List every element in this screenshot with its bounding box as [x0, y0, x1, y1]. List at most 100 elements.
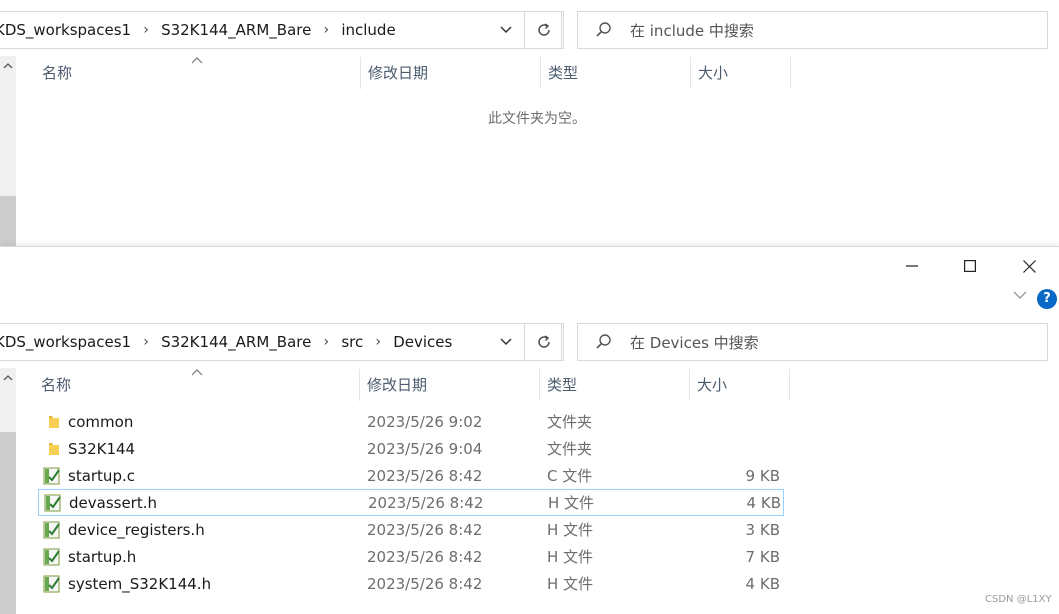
column-header-row: 名称 修改日期 类型 大小 [0, 369, 800, 401]
file-type: H 文件 [547, 521, 594, 539]
column-header-date[interactable]: 修改日期 [367, 369, 427, 401]
file-date: 2023/5/26 9:02 [367, 413, 483, 431]
file-row[interactable]: startup.c 2023/5/26 8:42 C 文件 9 KB [38, 463, 784, 489]
close-button[interactable] [999, 247, 1059, 285]
chevron-down-icon [500, 338, 512, 346]
file-type: H 文件 [547, 575, 594, 593]
address-history-dropdown[interactable] [489, 12, 523, 48]
address-bar[interactable]: KDS_workspaces1 › S32K144_ARM_Bare › inc… [0, 11, 562, 49]
breadcrumb: KDS_workspaces1 › S32K144_ARM_Bare › inc… [0, 12, 398, 48]
sort-ascending-icon [191, 57, 203, 64]
file-type: H 文件 [548, 494, 595, 512]
column-divider[interactable] [360, 57, 361, 89]
refresh-button[interactable] [524, 11, 564, 49]
chevron-right-icon[interactable]: › [133, 12, 159, 48]
column-header-name[interactable]: 名称 [41, 369, 71, 401]
file-size: 9 KB [745, 467, 780, 485]
search-placeholder: 在 include 中搜索 [630, 21, 754, 40]
file-date: 2023/5/26 8:42 [367, 575, 483, 593]
column-header-type[interactable]: 类型 [547, 369, 577, 401]
expand-ribbon-icon[interactable] [1013, 291, 1027, 300]
breadcrumb-item-devices[interactable]: Devices [391, 324, 454, 360]
column-divider[interactable] [359, 369, 360, 401]
file-name: S32K144 [68, 440, 136, 458]
scroll-thumb[interactable] [0, 196, 16, 246]
scroll-thumb[interactable] [0, 432, 16, 614]
breadcrumb-item-include[interactable]: include [339, 12, 397, 48]
empty-folder-message: 此文件夹为空。 [488, 111, 586, 127]
refresh-icon [538, 23, 550, 36]
vertical-scrollbar[interactable] [0, 368, 16, 614]
source-file-icon [43, 548, 61, 566]
search-input[interactable]: 在 include 中搜索 [577, 11, 1048, 49]
breadcrumb-item-project[interactable]: S32K144_ARM_Bare [159, 12, 313, 48]
source-file-icon [43, 575, 61, 593]
minimize-button[interactable] [882, 247, 942, 285]
source-file-icon [44, 494, 62, 512]
chevron-down-icon [500, 26, 512, 34]
source-file-icon [43, 467, 61, 485]
file-size: 7 KB [745, 548, 780, 566]
chevron-right-icon[interactable]: › [133, 324, 159, 360]
chevron-right-icon[interactable]: › [313, 324, 339, 360]
file-row[interactable]: S32K144 2023/5/26 9:04 文件夹 [38, 436, 784, 462]
file-row[interactable]: system_S32K144.h 2023/5/26 8:42 H 文件 4 KB [38, 571, 784, 597]
refresh-button[interactable] [524, 323, 564, 361]
maximize-button[interactable] [940, 247, 1000, 285]
chevron-right-icon[interactable]: › [313, 12, 339, 48]
column-header-type[interactable]: 类型 [548, 57, 578, 89]
column-header-name[interactable]: 名称 [42, 57, 72, 89]
column-divider[interactable] [689, 369, 690, 401]
file-size: 3 KB [745, 521, 780, 539]
breadcrumb-item-workspace[interactable]: KDS_workspaces1 [0, 324, 133, 360]
file-name: startup.h [68, 548, 137, 566]
chevron-right-icon[interactable]: › [365, 324, 391, 360]
file-date: 2023/5/26 8:42 [368, 494, 484, 512]
file-name: startup.c [68, 467, 135, 485]
file-size: 4 KB [745, 575, 780, 593]
file-row[interactable]: devassert.h 2023/5/26 8:42 H 文件 4 KB [38, 489, 784, 516]
file-name: common [68, 413, 134, 431]
column-divider[interactable] [540, 57, 541, 89]
file-name: device_registers.h [68, 521, 205, 539]
file-date: 2023/5/26 9:04 [367, 440, 483, 458]
file-row[interactable]: device_registers.h 2023/5/26 8:42 H 文件 3 KB [38, 517, 784, 543]
breadcrumb-item-src[interactable]: src [339, 324, 365, 360]
minimize-icon [906, 265, 918, 267]
file-size: 4 KB [746, 494, 781, 512]
column-divider[interactable] [539, 369, 540, 401]
file-date: 2023/5/26 8:42 [367, 548, 483, 566]
file-type: H 文件 [547, 548, 594, 566]
file-date: 2023/5/26 8:42 [367, 521, 483, 539]
file-date: 2023/5/26 8:42 [367, 467, 483, 485]
address-history-dropdown[interactable] [489, 324, 523, 360]
address-bar[interactable]: KDS_workspaces1 › S32K144_ARM_Bare › src… [0, 323, 562, 361]
breadcrumb: KDS_workspaces1 › S32K144_ARM_Bare › src… [0, 324, 454, 360]
column-divider[interactable] [690, 57, 691, 89]
sort-ascending-icon [191, 369, 203, 376]
help-button[interactable]: ? [1037, 289, 1057, 309]
file-row[interactable]: startup.h 2023/5/26 8:42 H 文件 7 KB [38, 544, 784, 570]
file-type: 文件夹 [547, 440, 593, 458]
file-type: C 文件 [547, 467, 593, 485]
folder-icon [43, 440, 61, 458]
search-input[interactable]: 在 Devices 中搜索 [577, 323, 1048, 361]
column-divider[interactable] [790, 57, 791, 89]
watermark: CSDN @L1XY [985, 594, 1052, 605]
refresh-icon [538, 335, 550, 348]
file-name: system_S32K144.h [68, 575, 212, 593]
explorer-window-include: KDS_workspaces1 › S32K144_ARM_Bare › inc… [0, 0, 1059, 246]
column-header-date[interactable]: 修改日期 [368, 57, 428, 89]
breadcrumb-item-project[interactable]: S32K144_ARM_Bare [159, 324, 313, 360]
column-divider[interactable] [789, 369, 790, 401]
file-row[interactable]: common 2023/5/26 9:02 文件夹 [38, 409, 784, 435]
source-file-icon [43, 521, 61, 539]
column-header-size[interactable]: 大小 [697, 369, 727, 401]
file-name: devassert.h [69, 494, 158, 512]
column-header-size[interactable]: 大小 [698, 57, 728, 89]
search-icon [578, 21, 630, 39]
column-header-row: 名称 修改日期 类型 大小 [0, 57, 800, 89]
search-icon [578, 333, 630, 351]
breadcrumb-item-workspace[interactable]: KDS_workspaces1 [0, 12, 133, 48]
search-placeholder: 在 Devices 中搜索 [630, 333, 759, 352]
